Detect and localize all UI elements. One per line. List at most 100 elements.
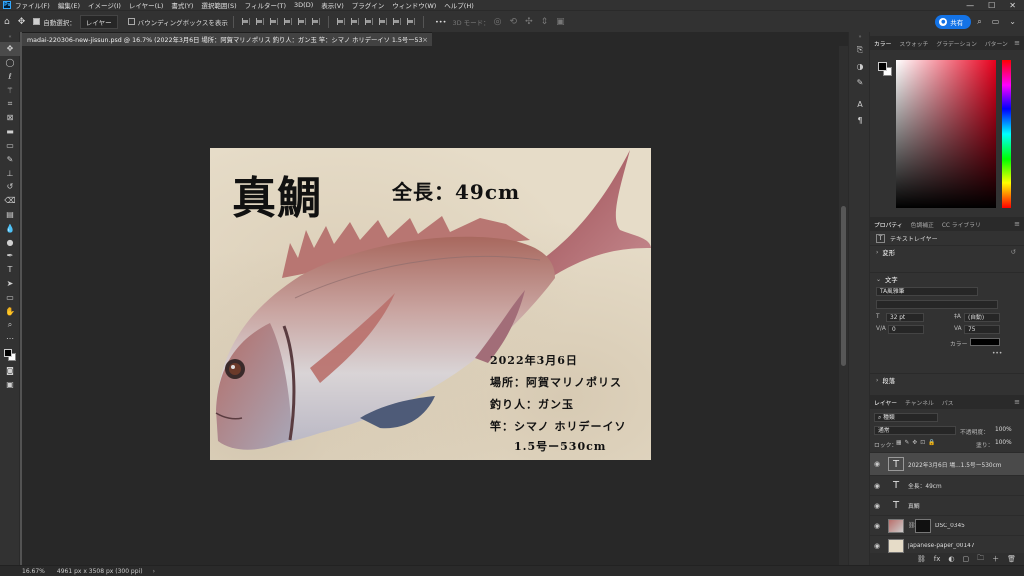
new-layer-icon[interactable]: ＋: [992, 554, 999, 564]
history-panel-icon[interactable]: ⎘: [849, 42, 871, 58]
document-canvas[interactable]: 真鯛 全長：49cm 2022年3月6日 場所：阿賀マリノポリス 釣り人：ガン玉…: [210, 148, 651, 460]
layer-row[interactable]: ◉ T 2022年3月6日 場...1.5号ー530cm: [870, 452, 1024, 475]
adjustments-panel-icon[interactable]: ◑: [849, 58, 871, 74]
leading-field[interactable]: (自動): [964, 313, 1000, 322]
layer-row[interactable]: ◉ T 全長：49cm: [870, 475, 1024, 495]
panel-menu-icon[interactable]: ≡: [1014, 220, 1020, 228]
eye-icon[interactable]: ◉: [870, 482, 884, 490]
object-select-tool[interactable]: ⚚: [0, 83, 20, 97]
character-section[interactable]: ⌄ 文字: [870, 272, 1024, 285]
font-family-select[interactable]: TA風雅筆: [876, 287, 978, 296]
paragraph-panel-icon[interactable]: ¶: [849, 112, 871, 128]
shape-tool[interactable]: ▭: [0, 290, 20, 304]
panel-menu-icon[interactable]: ≡: [1014, 398, 1020, 406]
menu-help[interactable]: ヘルプ(H): [444, 0, 473, 10]
layer-row[interactable]: ◉ T 真鯛: [870, 495, 1024, 515]
tab-channels[interactable]: チャンネル: [901, 398, 938, 407]
menu-plugins[interactable]: プラグイン: [352, 0, 385, 10]
dock-expand-icon[interactable]: »: [849, 32, 871, 42]
auto-select-checkbox[interactable]: [33, 18, 41, 25]
tab-properties[interactable]: プロパティ: [870, 220, 907, 229]
edit-toolbar[interactable]: ⋯: [0, 332, 20, 346]
opacity-value[interactable]: 100%: [995, 427, 1012, 433]
align-left-icon[interactable]: [241, 18, 250, 25]
adjustment-layer-icon[interactable]: ◐: [948, 555, 954, 563]
menu-edit[interactable]: 編集(E): [58, 0, 80, 10]
eye-icon[interactable]: ◉: [870, 542, 884, 550]
add-mask-icon[interactable]: ▢: [962, 555, 969, 563]
menu-type[interactable]: 書式(Y): [171, 0, 193, 10]
maximize-button[interactable]: ☐: [988, 1, 995, 10]
eye-icon[interactable]: ◉: [870, 502, 884, 510]
font-size-field[interactable]: 32 pt: [886, 313, 924, 322]
align-bottom-icon[interactable]: [311, 18, 320, 25]
hue-slider[interactable]: [1002, 60, 1011, 208]
type-tool[interactable]: T: [0, 263, 20, 277]
stamp-tool[interactable]: ⊥: [0, 166, 20, 180]
eraser-tool[interactable]: ⌫: [0, 194, 20, 208]
trash-icon[interactable]: 🗑: [1007, 555, 1016, 563]
layer-row[interactable]: ◉ ⛓ DSC_0345: [870, 515, 1024, 535]
character-panel-icon[interactable]: A: [849, 96, 871, 112]
status-menu-arrow[interactable]: ›: [153, 568, 155, 575]
tracking-field[interactable]: 75: [964, 325, 1000, 334]
menu-select[interactable]: 選択範囲(S): [201, 0, 236, 10]
layer-row[interactable]: ◉ japanese-paper_00147: [870, 535, 1024, 555]
minimize-button[interactable]: —: [966, 1, 974, 10]
lasso-tool[interactable]: ℓ: [0, 70, 20, 84]
foreground-swatch[interactable]: [878, 62, 887, 71]
distribute-top-icon[interactable]: [336, 18, 345, 25]
move-tool[interactable]: ✥: [0, 42, 20, 56]
frame-tool[interactable]: ⊠: [0, 111, 20, 125]
link-layers-icon[interactable]: ⛓: [917, 555, 926, 563]
workspace-chevron-icon[interactable]: ⌄: [1009, 17, 1016, 27]
3d-scale-icon[interactable]: ▣: [556, 17, 565, 27]
crop-tool[interactable]: ⌗: [0, 97, 20, 111]
quick-mask-button[interactable]: ◙: [0, 364, 20, 378]
close-window-button[interactable]: ✕: [1009, 1, 1016, 10]
menu-3d[interactable]: 3D(D): [294, 1, 313, 9]
healing-tool[interactable]: ▭: [0, 139, 20, 153]
menu-file[interactable]: ファイル(F): [15, 0, 50, 10]
auto-select-target-dropdown[interactable]: レイヤー: [79, 14, 118, 29]
more-char-options[interactable]: •••: [992, 351, 1002, 357]
home-icon[interactable]: ⌂: [4, 17, 10, 27]
menu-layer[interactable]: レイヤー(L): [129, 0, 164, 10]
blur-tool[interactable]: 💧: [0, 221, 20, 235]
history-brush-tool[interactable]: ↺: [0, 180, 20, 194]
document-tab[interactable]: madai-220306-new-jissun.psd @ 16.7% (202…: [22, 32, 432, 46]
tab-swatches[interactable]: スウォッチ: [895, 39, 932, 48]
layer-filter-select[interactable]: ⌕ 種類: [874, 413, 938, 422]
distribute-left-icon[interactable]: [378, 18, 387, 25]
color-swatches-tool[interactable]: [0, 346, 20, 364]
lock-icons[interactable]: ▦✎✥⊡🔒: [896, 440, 938, 446]
path-select-tool[interactable]: ➤: [0, 277, 20, 291]
eyedropper-tool[interactable]: ▬: [0, 125, 20, 139]
tab-gradients[interactable]: グラデーション: [932, 39, 980, 48]
menu-image[interactable]: イメージ(I): [88, 0, 121, 10]
tab-patterns[interactable]: パターン: [981, 39, 1012, 48]
workspace-icon[interactable]: ▭: [992, 17, 1000, 27]
3d-slide-icon[interactable]: ⇕: [541, 17, 549, 27]
zoom-tool[interactable]: ⌕: [0, 318, 20, 332]
menu-filter[interactable]: フィルター(T): [245, 0, 286, 10]
tab-paths[interactable]: パス: [938, 398, 958, 407]
menu-window[interactable]: ウィンドウ(W): [392, 0, 436, 10]
distribute-center-icon[interactable]: [392, 18, 401, 25]
panel-menu-icon[interactable]: ≡: [1014, 39, 1020, 47]
distribute-right-icon[interactable]: [406, 18, 415, 25]
eye-icon[interactable]: ◉: [870, 522, 884, 530]
tab-adjustments[interactable]: 色調補正: [907, 220, 938, 229]
close-tab-button[interactable]: ×: [422, 36, 428, 44]
new-group-icon[interactable]: 🗀: [977, 554, 984, 565]
align-middle-icon[interactable]: [297, 18, 306, 25]
font-style-select[interactable]: [876, 300, 998, 309]
screen-mode-button[interactable]: ▣: [0, 377, 20, 391]
pen-tool[interactable]: ✒: [0, 249, 20, 263]
distribute-middle-icon[interactable]: [350, 18, 359, 25]
reset-icon[interactable]: ↺: [1011, 249, 1016, 256]
3d-orbit-icon[interactable]: ◎: [494, 17, 502, 27]
share-button[interactable]: ● 共有: [935, 14, 972, 29]
hand-tool[interactable]: ✋: [0, 304, 20, 318]
more-options-button[interactable]: •••: [435, 18, 447, 26]
